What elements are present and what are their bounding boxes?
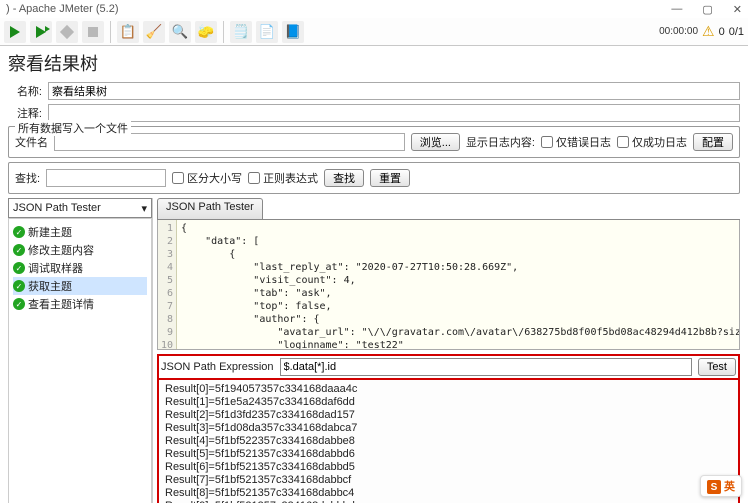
result-line: Result[5]=5f1bf521357c334168dabbd6 [165,448,732,461]
run-button[interactable] [4,21,26,43]
json-viewer[interactable]: 1 2 3 4 5 6 7 8 9 10 11 12 { "data": [ {… [157,220,740,350]
ime-text: 英 [724,481,735,493]
result-line: Result[8]=5f1bf521357c334168dabbc4 [165,487,732,500]
tree-item-label: 修改主题内容 [28,242,94,258]
toolbar-icon-3[interactable]: 🔍 [169,21,191,43]
regex-label: 正则表达式 [263,170,318,186]
case-sensitive-checkbox[interactable] [172,172,184,184]
warn-count: 0 [719,26,725,38]
ime-icon: S [707,480,721,494]
success-icon: ✓ [13,298,25,310]
only-errors-checkbox[interactable] [541,133,553,151]
write-file-group: 所有数据写入一个文件 文件名 浏览... 显示日志内容: 仅错误日志 仅成功日志… [8,126,740,158]
toolbar-icon-4[interactable]: 🧽 [195,21,217,43]
json-content: { "data": [ { "last_reply_at": "2020-07-… [177,220,740,350]
only-success-label: 仅成功日志 [632,134,687,150]
window-titlebar: ) - Apache JMeter (5.2) — ▢ ✕ [0,0,748,18]
success-icon: ✓ [13,226,25,238]
success-icon: ✓ [13,244,25,256]
name-label: 名称: [8,83,42,99]
warning-icon[interactable]: ⚠ [702,23,715,40]
search-label: 查找: [15,170,40,186]
window-title: ) - Apache JMeter (5.2) [6,3,119,15]
tree-item[interactable]: ✓查看主题详情 [13,295,147,313]
json-path-expression-input[interactable] [280,358,692,376]
json-path-expression-label: JSON Path Expression [161,361,274,373]
panel-title: 察看结果树 [8,50,740,76]
success-icon: ✓ [13,262,25,274]
case-sensitive-label: 区分大小写 [187,170,242,186]
tab-json-path-tester[interactable]: JSON Path Tester [157,198,263,219]
search-button[interactable]: 查找 [324,169,364,187]
result-line: Result[4]=5f1bf522357c334168dabbe8 [165,435,732,448]
ime-badge[interactable]: S英 [700,475,742,498]
test-button[interactable]: Test [698,358,736,376]
thread-count: 0/1 [729,26,744,38]
chevron-down-icon: ▾ [141,202,147,215]
toolbar-icon-7[interactable]: 📘 [282,21,304,43]
minimize-icon[interactable]: — [671,3,682,16]
maximize-icon[interactable]: ▢ [702,3,712,16]
search-group: 查找: 区分大小写 正则表达式 查找 重置 [8,162,740,194]
comment-input[interactable] [48,104,740,122]
browse-button[interactable]: 浏览... [411,133,460,151]
tree-item-label: 调试取样器 [28,260,83,276]
result-line: Result[0]=5f194057357c334168daaa4c [165,383,732,396]
result-line: Result[7]=5f1bf521357c334168dabbcf [165,474,732,487]
toolbar-icon-1[interactable]: 📋 [117,21,139,43]
tree-item-label: 获取主题 [28,278,72,294]
record-button[interactable] [56,21,78,43]
result-line: Result[3]=5f1d08da357c334168dabca7 [165,422,732,435]
json-path-expression-row: JSON Path Expression Test [157,354,740,380]
tree-item-label: 新建主题 [28,224,72,240]
write-file-legend: 所有数据写入一个文件 [15,120,131,136]
toolbar-icon-2[interactable]: 🧹 [143,21,165,43]
name-input[interactable] [48,82,740,100]
line-gutter: 1 2 3 4 5 6 7 8 9 10 11 12 [158,220,177,350]
stop-button[interactable] [82,21,104,43]
viewer-selector[interactable]: JSON Path Tester ▾ [8,198,152,218]
results-tree[interactable]: ✓新建主题✓修改主题内容✓调试取样器✓获取主题✓查看主题详情 [8,218,152,503]
configure-button[interactable]: 配置 [693,133,733,151]
only-errors-label: 仅错误日志 [556,134,611,150]
main-toolbar: 📋 🧹 🔍 🧽 🗒️ 📄 📘 00:00:00 ⚠ 0 0/1 [0,18,748,46]
result-line: Result[6]=5f1bf521357c334168dabbd5 [165,461,732,474]
result-line: Result[2]=5f1d3fd2357c334168dad157 [165,409,732,422]
elapsed-timer: 00:00:00 [659,26,698,37]
tree-item-label: 查看主题详情 [28,296,94,312]
only-success-checkbox[interactable] [617,133,629,151]
show-log-label: 显示日志内容: [466,134,535,150]
filename-label: 文件名 [15,134,48,150]
toolbar-icon-5[interactable]: 🗒️ [230,21,252,43]
close-icon[interactable]: ✕ [733,3,742,16]
viewer-selector-label: JSON Path Tester [13,202,101,214]
reset-button[interactable]: 重置 [370,169,410,187]
tree-item[interactable]: ✓新建主题 [13,223,147,241]
run-all-button[interactable] [30,21,52,43]
comment-label: 注释: [8,105,42,121]
search-input[interactable] [46,169,166,187]
tree-item[interactable]: ✓调试取样器 [13,259,147,277]
result-line: Result[1]=5f1e5a24357c334168daf6dd [165,396,732,409]
tree-item[interactable]: ✓获取主题 [13,277,147,295]
success-icon: ✓ [13,280,25,292]
results-output[interactable]: Result[0]=5f194057357c334168daaa4cResult… [157,380,740,503]
regex-checkbox[interactable] [248,172,260,184]
tree-item[interactable]: ✓修改主题内容 [13,241,147,259]
toolbar-icon-6[interactable]: 📄 [256,21,278,43]
